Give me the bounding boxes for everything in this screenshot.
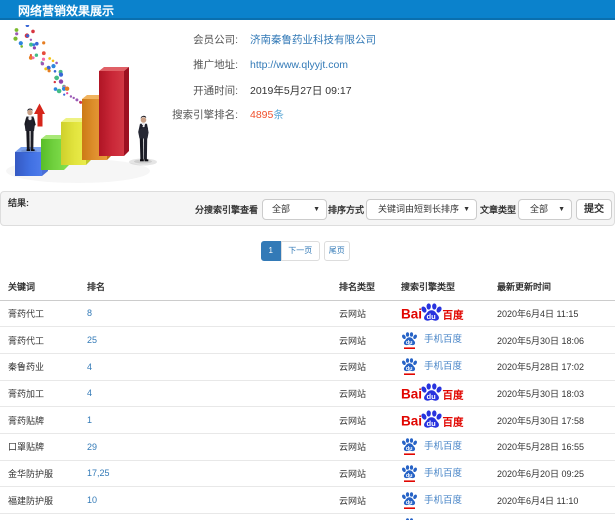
svg-text:Bai: Bai [401, 414, 422, 429]
svg-text:Bai: Bai [401, 387, 422, 402]
svg-text:du: du [406, 473, 413, 479]
svg-text:百度: 百度 [443, 416, 464, 429]
svg-text:Bai: Bai [401, 307, 422, 322]
svg-text:du: du [406, 366, 413, 372]
svg-text:百度: 百度 [443, 309, 464, 322]
svg-text:du: du [427, 312, 437, 321]
svg-text:du: du [406, 446, 413, 452]
svg-text:百度: 百度 [443, 389, 464, 402]
svg-text:du: du [406, 500, 413, 506]
svg-text:du: du [427, 392, 437, 401]
svg-text:du: du [427, 419, 437, 428]
svg-text:du: du [406, 339, 413, 345]
